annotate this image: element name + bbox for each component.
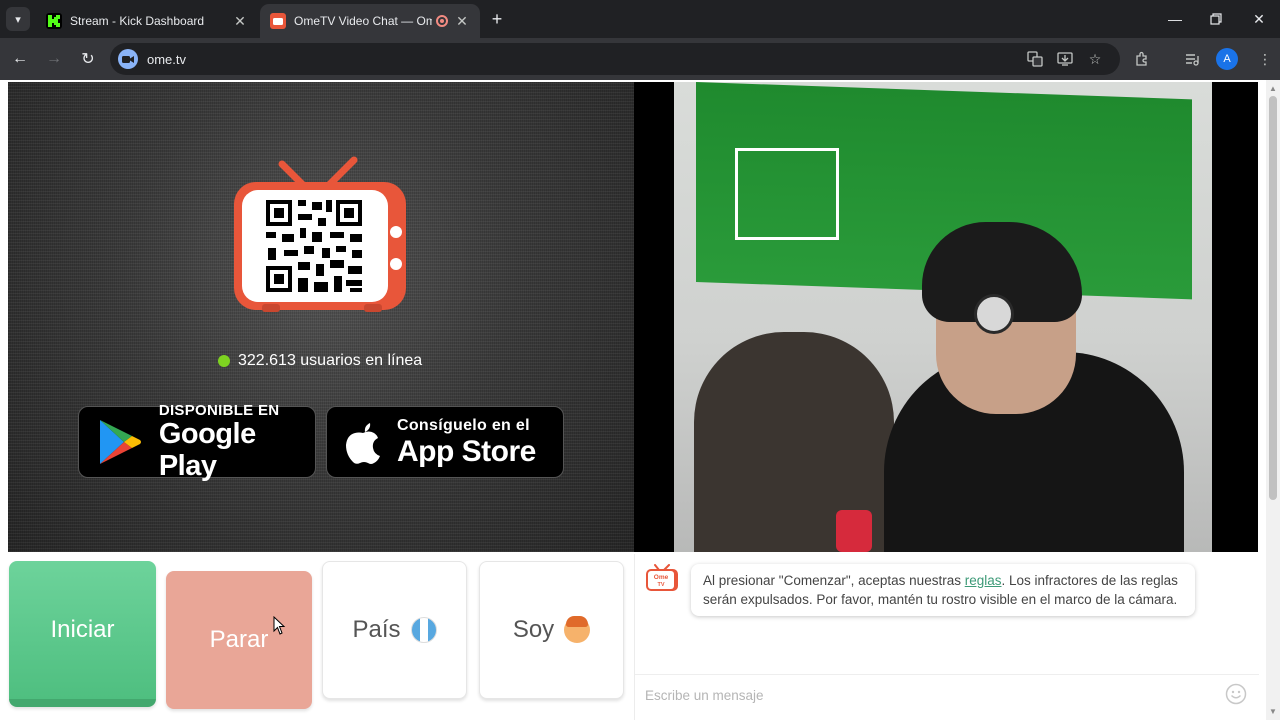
- ometv-page: 322.613 usuarios en línea DISPONIBLE EN …: [0, 80, 1280, 720]
- own-camera-view: [634, 82, 1258, 552]
- tab-title: OmeTV Video Chat — Ome: [294, 14, 432, 28]
- online-users-text: 322.613 usuarios en línea: [238, 352, 423, 369]
- boy-emoji-icon: [564, 616, 591, 643]
- webcam-video-feed: [674, 82, 1212, 552]
- extensions-puzzle-icon[interactable]: [1132, 49, 1152, 69]
- start-button[interactable]: Iniciar: [9, 561, 156, 707]
- close-tab-icon[interactable]: ✕: [454, 13, 470, 29]
- notice-text-before: Al presionar "Comenzar", aceptas nuestra…: [703, 573, 965, 588]
- minimize-window-icon[interactable]: —: [1162, 6, 1188, 32]
- camera-site-icon[interactable]: [118, 49, 138, 69]
- reload-icon[interactable]: ↻: [76, 47, 100, 71]
- country-button-label: País: [352, 616, 401, 643]
- message-input[interactable]: [645, 684, 1205, 706]
- google-play-big-text: Google Play: [158, 417, 256, 482]
- apple-logo-icon: [333, 412, 393, 472]
- new-tab-plus-icon[interactable]: +: [487, 9, 507, 29]
- tab-search-chevron-icon[interactable]: ▾: [6, 7, 30, 31]
- app-store-badge[interactable]: Consíguelo en el App Store: [326, 406, 564, 478]
- app-store-big-text: App Store: [397, 434, 536, 468]
- ometv-tv-icon: [270, 13, 286, 29]
- close-window-icon[interactable]: ✕: [1246, 6, 1272, 32]
- url-text: ome.tv: [147, 52, 187, 67]
- tab-ometv[interactable]: OmeTV Video Chat — Ome ✕: [260, 4, 480, 38]
- rules-notice-message: Al presionar "Comenzar", aceptas nuestra…: [691, 564, 1195, 616]
- tab-title: Stream - Kick Dashboard: [70, 14, 205, 28]
- browser-menu-icon[interactable]: ⋮: [1255, 49, 1275, 69]
- forward-arrow-icon[interactable]: →: [42, 47, 66, 71]
- scroll-down-arrow-icon[interactable]: ▼: [1268, 706, 1278, 716]
- chat-logo-bottom-text: TV: [657, 582, 664, 588]
- rules-link[interactable]: reglas: [965, 573, 1002, 588]
- browser-toolbar: ← → ↻ ome.tv ☆ A ⋮: [0, 38, 1280, 80]
- translate-icon[interactable]: [1025, 49, 1045, 69]
- close-tab-icon[interactable]: ✕: [232, 13, 248, 29]
- app-store-small-text: Consíguelo en el: [397, 416, 530, 434]
- cap-logo-shape: [974, 294, 1014, 334]
- gender-button-label: Soy: [512, 616, 555, 643]
- chat-logo-top-text: Ome: [654, 574, 669, 581]
- stop-button-label: Parar: [209, 626, 269, 653]
- guatemala-flag-icon: [410, 617, 437, 643]
- tab-kick-dashboard[interactable]: Stream - Kick Dashboard ✕: [36, 4, 258, 38]
- online-status-dot-icon: [218, 355, 230, 367]
- google-play-badge[interactable]: DISPONIBLE EN Google Play: [78, 402, 316, 481]
- ometv-qr-tv-logo[interactable]: [232, 156, 410, 316]
- recording-indicator-icon: [436, 15, 448, 27]
- bookmark-star-icon[interactable]: ☆: [1085, 49, 1105, 69]
- country-filter-button[interactable]: País: [322, 561, 467, 699]
- start-button-label: Iniciar: [50, 616, 115, 643]
- back-arrow-icon[interactable]: ←: [8, 47, 32, 71]
- chat-panel: Ome TV Al presionar "Comenzar", aceptas …: [634, 554, 1259, 720]
- face-detection-frame: [735, 148, 839, 240]
- profile-avatar[interactable]: A: [1216, 48, 1238, 70]
- emoji-picker-icon[interactable]: [1225, 683, 1247, 705]
- message-composer: [635, 674, 1259, 714]
- scrollbar-thumb[interactable]: [1269, 96, 1277, 500]
- install-app-icon[interactable]: [1055, 49, 1075, 69]
- google-play-icon: [91, 412, 149, 472]
- gender-select-button[interactable]: Soy: [479, 561, 624, 699]
- address-bar[interactable]: ome.tv: [110, 43, 1120, 75]
- kick-logo-icon: [46, 13, 62, 29]
- google-play-small-text: DISPONIBLE EN: [158, 401, 280, 419]
- partner-video-placeholder: 322.613 usuarios en línea DISPONIBLE EN …: [8, 82, 634, 552]
- online-users-counter: 322.613 usuarios en línea: [218, 352, 422, 370]
- scroll-up-arrow-icon[interactable]: ▲: [1268, 83, 1278, 93]
- browser-tab-strip: ▾ Stream - Kick Dashboard ✕ OmeTV Video …: [0, 0, 1280, 38]
- microphone-shape: [836, 510, 872, 552]
- restore-window-icon[interactable]: [1203, 6, 1229, 32]
- stop-button[interactable]: Parar: [166, 571, 312, 709]
- page-scrollbar[interactable]: ▲ ▼: [1266, 80, 1280, 720]
- media-queue-icon[interactable]: [1182, 49, 1202, 69]
- mouse-cursor-icon: [273, 616, 286, 635]
- ometv-chat-avatar-icon: Ome TV: [646, 564, 678, 591]
